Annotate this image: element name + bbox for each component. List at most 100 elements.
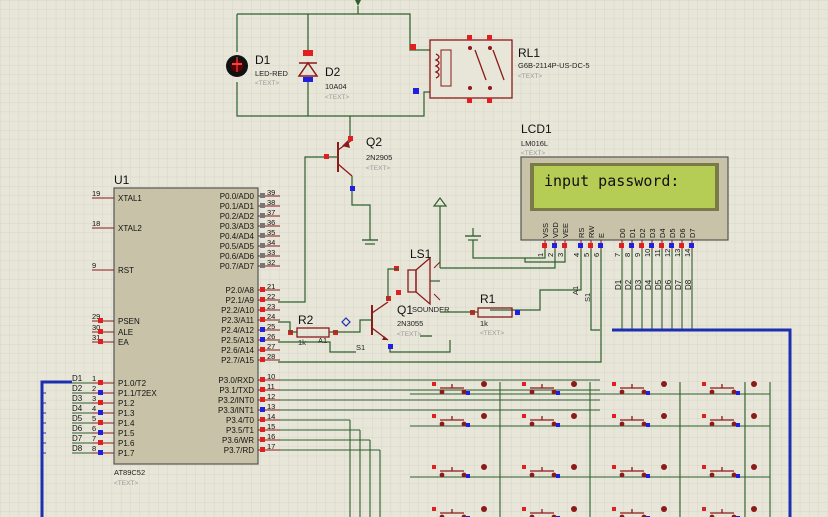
mcu-pin-marker[interactable] xyxy=(260,233,265,238)
led-d1-ref: D1 xyxy=(255,53,271,67)
mcu-pin-number: 11 xyxy=(267,382,275,391)
mcu-pin-number: 17 xyxy=(267,442,275,451)
mcu-pin-marker[interactable] xyxy=(98,420,103,425)
keypad-button-contact xyxy=(641,389,647,395)
mcu-pin-number: 19 xyxy=(92,189,100,198)
lcd-pin-name: RS xyxy=(577,228,586,238)
mcu-pin-marker[interactable] xyxy=(260,317,265,322)
keypad-button-contact xyxy=(551,472,557,478)
lcd-bus-label: D8 xyxy=(684,279,693,290)
keypad-button-cap xyxy=(661,413,667,419)
keypad-button-pin xyxy=(556,391,560,395)
mcu-pin-name: P0.0/AD0 xyxy=(220,192,255,201)
mcu-pin-marker[interactable] xyxy=(260,437,265,442)
mcu-pin-marker[interactable] xyxy=(260,377,265,382)
keypad-button-cap xyxy=(751,464,757,470)
mcu-pin-marker[interactable] xyxy=(260,253,265,258)
lcd-pin-marker[interactable] xyxy=(629,243,634,248)
mcu-right-pins: P0.0/AD0 39 P0.1/AD1 38 P0.2/AD2 37 P0.3/AD3 36… xyxy=(218,188,280,455)
keypad-button-cap xyxy=(661,506,667,512)
lcd-pin-marker[interactable] xyxy=(689,243,694,248)
mcu-pin-name: P1.7 xyxy=(118,449,135,458)
keypad-button-pin xyxy=(432,465,436,469)
mcu-pin-marker[interactable] xyxy=(260,213,265,218)
mcu-pin-name: P1.4 xyxy=(118,419,135,428)
keypad-button-cap xyxy=(571,381,577,387)
lcd-pin-name: VEE xyxy=(561,223,570,238)
lcd-pin-marker[interactable] xyxy=(588,243,593,248)
lcd-pin-marker[interactable] xyxy=(639,243,644,248)
mcu-pin-marker[interactable] xyxy=(260,357,265,362)
led-d1[interactable] xyxy=(226,55,248,77)
keypad-button-contact xyxy=(731,389,737,395)
lcd-pin-name: E xyxy=(597,233,606,238)
mcu-pin-marker[interactable] xyxy=(260,417,265,422)
lcd-pin-marker[interactable] xyxy=(669,243,674,248)
keypad-button-contact xyxy=(439,421,445,427)
mcu-pin-marker[interactable] xyxy=(260,387,265,392)
mcu-pin-marker[interactable] xyxy=(98,339,103,344)
keypad-button-pin xyxy=(556,423,560,427)
lcd-bus-label: D7 xyxy=(674,279,683,290)
mcu-pin-marker[interactable] xyxy=(98,440,103,445)
mcu-pin-marker[interactable] xyxy=(260,287,265,292)
lcd-pin-marker[interactable] xyxy=(659,243,664,248)
mcu-pin-marker[interactable] xyxy=(260,337,265,342)
mcu-pin-marker[interactable] xyxy=(260,407,265,412)
mcu-net-label: D1 xyxy=(72,374,83,383)
mcu-pin-marker[interactable] xyxy=(260,297,265,302)
mcu-pin-marker[interactable] xyxy=(260,203,265,208)
lcd-pin-name: VSS xyxy=(541,223,550,238)
mcu-pin-marker[interactable] xyxy=(98,430,103,435)
keypad-button-cap xyxy=(481,413,487,419)
mcu-pin-marker[interactable] xyxy=(260,347,265,352)
keypad-button-contact xyxy=(641,472,647,478)
lcd-pin-marker[interactable] xyxy=(552,243,557,248)
mcu-pin-marker[interactable] xyxy=(260,307,265,312)
mcu-net-label: D2 xyxy=(72,384,83,393)
lcd-pin-marker[interactable] xyxy=(679,243,684,248)
mcu-pin-number: 37 xyxy=(267,208,275,217)
mcu-pin-number: 33 xyxy=(267,248,275,257)
mcu-pin-number: 13 xyxy=(267,402,275,411)
mcu-pin-marker[interactable] xyxy=(260,263,265,268)
keypad-button-pin xyxy=(646,423,650,427)
lcd-pin-marker[interactable] xyxy=(619,243,624,248)
mcu-pin-marker[interactable] xyxy=(260,223,265,228)
mcu-pin-marker[interactable] xyxy=(98,410,103,415)
keypad-button-cap xyxy=(571,506,577,512)
mcu-pin-name: P1.0/T2 xyxy=(118,379,147,388)
led-d1-part: LED-RED xyxy=(255,69,289,78)
mcu-pin-marker[interactable] xyxy=(98,380,103,385)
lcd-pin-marker[interactable] xyxy=(562,243,567,248)
mcu-pin-marker[interactable] xyxy=(260,327,265,332)
mcu-pin-marker[interactable] xyxy=(98,390,103,395)
resistor-r2-ref: R2 xyxy=(298,313,314,327)
led-d1-text: <TEXT> xyxy=(255,80,279,87)
keypad-button-cap xyxy=(751,381,757,387)
keypad-button-pin xyxy=(556,474,560,478)
lcd-pin-marker[interactable] xyxy=(598,243,603,248)
lcd-pin-number: 11 xyxy=(653,249,662,257)
mcu-net-label: D4 xyxy=(72,404,83,413)
mcu-pin-marker[interactable] xyxy=(260,447,265,452)
keypad-button-contact xyxy=(709,389,715,395)
keypad-button-pin xyxy=(522,465,526,469)
mcu-pin-marker[interactable] xyxy=(260,427,265,432)
lcd-pin-name: VDD xyxy=(551,222,560,238)
mcu-pin-marker[interactable] xyxy=(260,397,265,402)
mcu-pin-name: P1.1/T2EX xyxy=(118,389,157,398)
lcd-pin-number: 10 xyxy=(643,249,652,257)
keypad-button-contact xyxy=(461,421,467,427)
mcu-pin-name: ALE xyxy=(118,328,133,337)
mcu-pin-marker[interactable] xyxy=(98,400,103,405)
mcu-pin-name: P2.0/A8 xyxy=(226,286,255,295)
lcd-pin-marker[interactable] xyxy=(649,243,654,248)
mcu-pin-name: P0.6/AD6 xyxy=(220,252,255,261)
mcu-pin-marker[interactable] xyxy=(98,450,103,455)
mcu-pin-number: 12 xyxy=(267,392,275,401)
mcu-pin-marker[interactable] xyxy=(260,193,265,198)
lcd-pin-marker[interactable] xyxy=(578,243,583,248)
mcu-pin-marker[interactable] xyxy=(260,243,265,248)
lcd-pin-marker[interactable] xyxy=(542,243,547,248)
